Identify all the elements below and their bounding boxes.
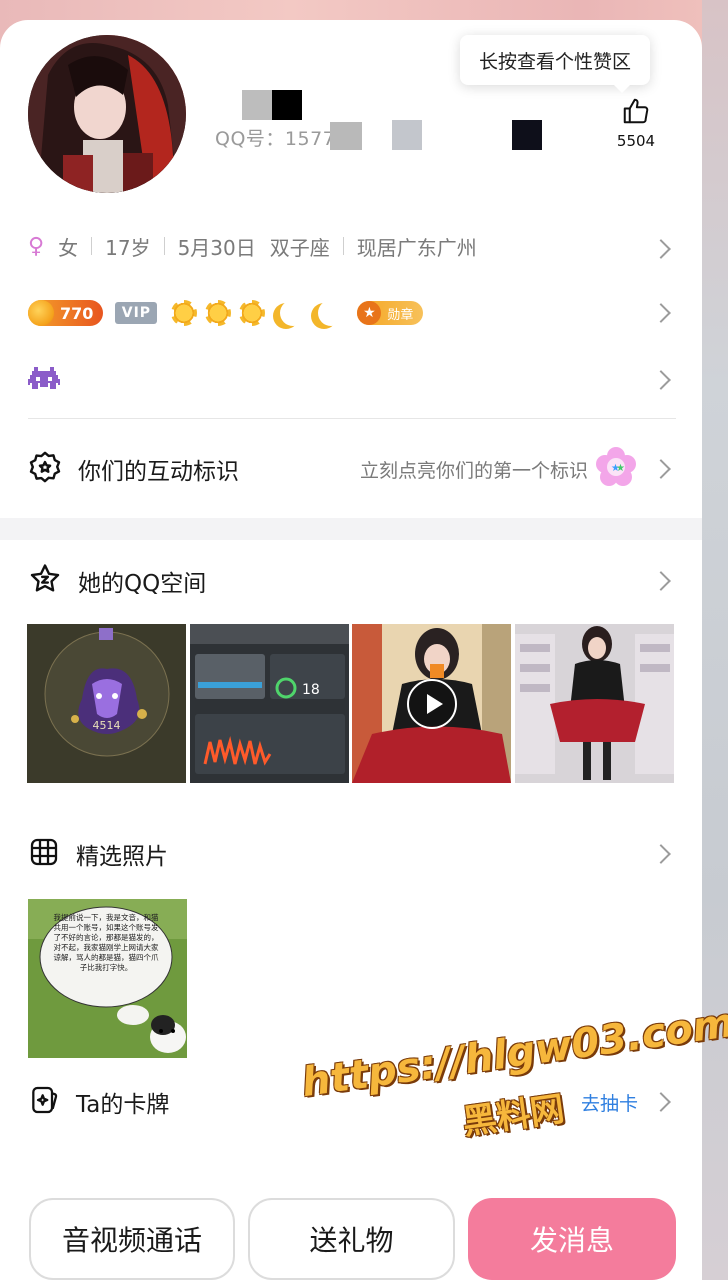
qzone-photo[interactable]: 18 — [190, 624, 349, 783]
avatar[interactable] — [28, 35, 186, 193]
sun-icon — [205, 300, 232, 326]
moon-icon — [280, 300, 306, 326]
chevron-right-icon — [651, 303, 671, 323]
coin-count: 770 — [60, 303, 94, 323]
chevron-right-icon — [651, 370, 671, 390]
medal-label: 勋章 — [387, 307, 414, 323]
card-icon — [28, 1084, 60, 1120]
female-icon: ♀ — [28, 233, 45, 259]
cards-title: Ta的卡牌 — [76, 1092, 170, 1118]
score-text: 4514 — [92, 719, 121, 732]
qq-number: QQ号：1577 — [215, 128, 336, 150]
chevron-right-icon — [651, 844, 671, 864]
gender: 女 — [58, 235, 79, 260]
birthday: 5月30日 — [177, 235, 256, 260]
location: 现居广东广州 — [356, 235, 477, 260]
redaction-block — [392, 120, 422, 150]
chevron-right-icon — [651, 1092, 671, 1112]
vip-badge: VIP — [115, 302, 158, 324]
moon-icon — [318, 300, 344, 326]
featured-title: 精选照片 — [76, 844, 168, 870]
chevron-right-icon — [651, 571, 671, 591]
cards-row[interactable]: Ta的卡牌 去抽卡 — [28, 1082, 676, 1122]
like-tooltip: 长按查看个性赞区 — [460, 35, 650, 93]
send-gift-button[interactable]: 送礼物 — [248, 1198, 455, 1280]
featured-note: 我提前说一下，我是文音，和猫共用一个账号，如果这个账号发了不好的言论，那都是猫发… — [53, 913, 159, 972]
flower-icon: ★ ★ — [596, 447, 636, 491]
zodiac: 双子座 — [269, 235, 330, 260]
send-message-button[interactable]: 发消息 — [468, 1198, 676, 1280]
age: 17岁 — [105, 235, 151, 260]
thumbs-up-icon — [621, 98, 651, 130]
star-z-icon — [28, 562, 62, 600]
badge-gear-icon — [28, 450, 62, 488]
pixel-invader-icon — [28, 367, 60, 393]
qzone-photo[interactable]: 4514 — [27, 624, 186, 783]
grid-icon — [28, 836, 60, 872]
divider — [28, 418, 676, 419]
av-call-button[interactable]: 音视频通话 — [29, 1198, 235, 1280]
medal-badge: ★ 勋章 — [357, 301, 424, 325]
coin-icon — [28, 300, 54, 326]
qzone-video[interactable] — [352, 624, 511, 783]
star-icon: ★ — [357, 301, 382, 325]
svg-text:18: 18 — [302, 682, 320, 698]
qzone-photo[interactable] — [515, 624, 674, 783]
like-count: 5504 — [616, 132, 656, 150]
chevron-right-icon — [651, 239, 671, 259]
featured-photo[interactable]: 我提前说一下，我是文音，和猫共用一个账号，如果这个账号发了不好的言论，那都是猫发… — [28, 899, 187, 1058]
level-row[interactable]: 770 VIP ★ 勋章 — [28, 296, 676, 330]
interaction-title: 你们的互动标识 — [78, 459, 239, 485]
interaction-row[interactable]: 你们的互动标识 立刻点亮你们的第一个标识 ★ ★ — [28, 447, 676, 491]
like-button[interactable]: 5504 — [608, 96, 664, 150]
play-icon[interactable] — [407, 679, 457, 729]
background-edge — [702, 0, 728, 1280]
coin-badge: 770 — [28, 300, 104, 326]
nickname-redacted — [242, 90, 302, 120]
redaction-block — [512, 120, 542, 150]
qzone-header[interactable]: 她的QQ空间 — [28, 560, 676, 602]
qzone-title: 她的QQ空间 — [78, 571, 207, 597]
featured-header[interactable]: 精选照片 — [28, 833, 676, 875]
game-badge-row[interactable] — [28, 364, 676, 396]
interaction-hint: 立刻点亮你们的第一个标识 — [359, 459, 588, 482]
svg-text:★: ★ — [616, 463, 625, 474]
sun-icon — [171, 300, 198, 326]
draw-card-link[interactable]: 去抽卡 — [581, 1089, 638, 1116]
redaction-block — [330, 122, 362, 150]
info-row[interactable]: ♀ 女 17岁 5月30日 双子座 现居广东广州 — [28, 228, 676, 264]
section-separator — [0, 518, 702, 540]
sun-icon — [239, 300, 266, 326]
chevron-right-icon — [651, 459, 671, 479]
